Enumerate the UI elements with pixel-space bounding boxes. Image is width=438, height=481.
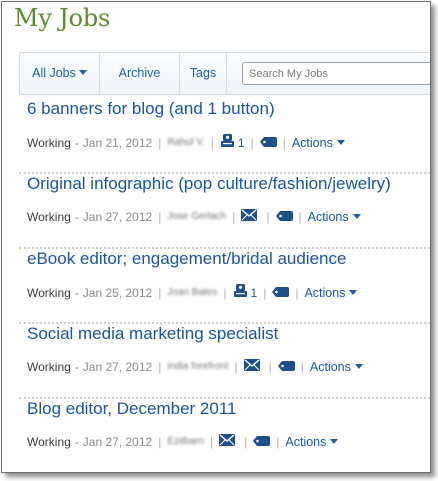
- actions-label: Actions: [304, 285, 346, 300]
- jobs-panel: My Jobs All Jobs Archive Tags 6 banners …: [1, 1, 431, 473]
- job-title-link[interactable]: Blog editor, December 2011: [27, 399, 236, 419]
- job-meta: Working - Jan 27, 2012 | Ezitbarn | | | …: [27, 434, 339, 449]
- job-status: Working: [27, 359, 71, 374]
- discussion-icon[interactable]: [220, 134, 235, 151]
- job-date: Jan 25, 2012: [82, 285, 153, 300]
- job-status: Working: [27, 135, 71, 150]
- separator: |: [158, 359, 162, 374]
- job-row: Social media marketing specialist Workin…: [19, 324, 430, 399]
- job-row: Blog editor, December 2011 Working - Jan…: [19, 399, 430, 472]
- separator: |: [250, 135, 254, 150]
- date-dash: -: [74, 359, 79, 374]
- message-count[interactable]: 1: [251, 286, 258, 300]
- job-owner-blurred: Ezitbarn: [167, 436, 205, 447]
- separator: |: [282, 135, 286, 150]
- date-dash: -: [74, 434, 79, 449]
- date-dash: -: [74, 285, 79, 300]
- tag-icon[interactable]: [253, 435, 271, 449]
- tag-icon[interactable]: [259, 136, 277, 150]
- actions-label: Actions: [309, 359, 351, 374]
- separator: |: [223, 285, 227, 300]
- archive-link[interactable]: Archive: [100, 53, 180, 94]
- date-dash: -: [74, 135, 79, 150]
- separator: |: [295, 285, 299, 300]
- caret-down-icon: [349, 289, 358, 295]
- job-row: eBook editor; engagement/bridal audience…: [19, 249, 430, 324]
- job-row: 6 banners for blog (and 1 button) Workin…: [19, 99, 430, 174]
- all-jobs-dropdown[interactable]: All Jobs: [20, 53, 100, 94]
- job-owner-blurred: india forefront: [167, 361, 229, 372]
- message-count[interactable]: 1: [238, 136, 245, 150]
- job-date: Jan 27, 2012: [82, 434, 153, 449]
- separator: |: [210, 434, 214, 449]
- separator: |: [232, 209, 236, 224]
- separator: |: [244, 434, 248, 449]
- separator: |: [158, 135, 162, 150]
- actions-dropdown[interactable]: Actions: [310, 360, 363, 374]
- job-owner-blurred: Jose Gerlach: [167, 211, 227, 222]
- job-title-link[interactable]: Original infographic (pop culture/fashio…: [27, 174, 391, 194]
- caret-down-icon: [354, 363, 363, 369]
- job-owner-blurred: Rahul V.: [167, 137, 205, 148]
- job-status: Working: [27, 434, 71, 449]
- job-title-link[interactable]: Social media marketing specialist: [27, 324, 278, 344]
- job-status: Working: [27, 209, 71, 224]
- search-input[interactable]: [242, 62, 430, 85]
- separator: |: [276, 434, 280, 449]
- job-row: Original infographic (pop culture/fashio…: [19, 174, 430, 249]
- job-owner-blurred: Joan Bates: [167, 287, 218, 298]
- job-meta: Working - Jan 27, 2012 | Jose Gerlach | …: [27, 209, 361, 224]
- job-status: Working: [27, 285, 71, 300]
- separator: |: [298, 209, 302, 224]
- job-meta: Working - Jan 27, 2012 | india forefront…: [27, 359, 363, 374]
- all-jobs-label: All Jobs: [32, 66, 76, 80]
- separator: |: [300, 359, 304, 374]
- job-meta: Working - Jan 21, 2012 | Rahul V. | 1 | …: [27, 134, 345, 151]
- actions-label: Actions: [285, 434, 327, 449]
- envelope-icon[interactable]: [219, 434, 236, 449]
- tag-icon[interactable]: [272, 286, 290, 300]
- separator: |: [263, 285, 267, 300]
- caret-down-icon: [330, 438, 339, 444]
- job-meta: Working - Jan 25, 2012 | Joan Bates | 1 …: [27, 284, 358, 301]
- actions-label: Actions: [307, 209, 349, 224]
- actions-label: Actions: [291, 135, 333, 150]
- envelope-icon[interactable]: [241, 209, 258, 224]
- actions-dropdown[interactable]: Actions: [292, 136, 345, 150]
- date-dash: -: [74, 209, 79, 224]
- separator: |: [210, 135, 214, 150]
- toolbar: All Jobs Archive Tags: [19, 52, 430, 95]
- separator: |: [158, 285, 162, 300]
- job-date: Jan 27, 2012: [82, 209, 153, 224]
- job-date: Jan 27, 2012: [82, 359, 153, 374]
- envelope-icon[interactable]: [243, 359, 260, 374]
- actions-dropdown[interactable]: Actions: [285, 434, 339, 449]
- job-date: Jan 21, 2012: [82, 135, 153, 150]
- actions-dropdown[interactable]: Actions: [308, 210, 361, 224]
- separator: |: [268, 359, 272, 374]
- separator: |: [158, 209, 162, 224]
- caret-down-icon: [352, 213, 361, 219]
- caret-down-icon: [78, 70, 87, 76]
- tag-icon[interactable]: [277, 360, 295, 374]
- separator: |: [234, 359, 238, 374]
- job-title-link[interactable]: eBook editor; engagement/bridal audience: [27, 249, 346, 269]
- caret-down-icon: [336, 139, 345, 145]
- page-title: My Jobs: [14, 4, 111, 32]
- actions-dropdown[interactable]: Actions: [304, 285, 358, 300]
- tags-link[interactable]: Tags: [180, 53, 227, 94]
- separator: |: [158, 434, 162, 449]
- discussion-icon[interactable]: [233, 284, 248, 301]
- separator: |: [266, 209, 270, 224]
- tag-icon[interactable]: [275, 210, 293, 224]
- job-title-link[interactable]: 6 banners for blog (and 1 button): [27, 99, 275, 119]
